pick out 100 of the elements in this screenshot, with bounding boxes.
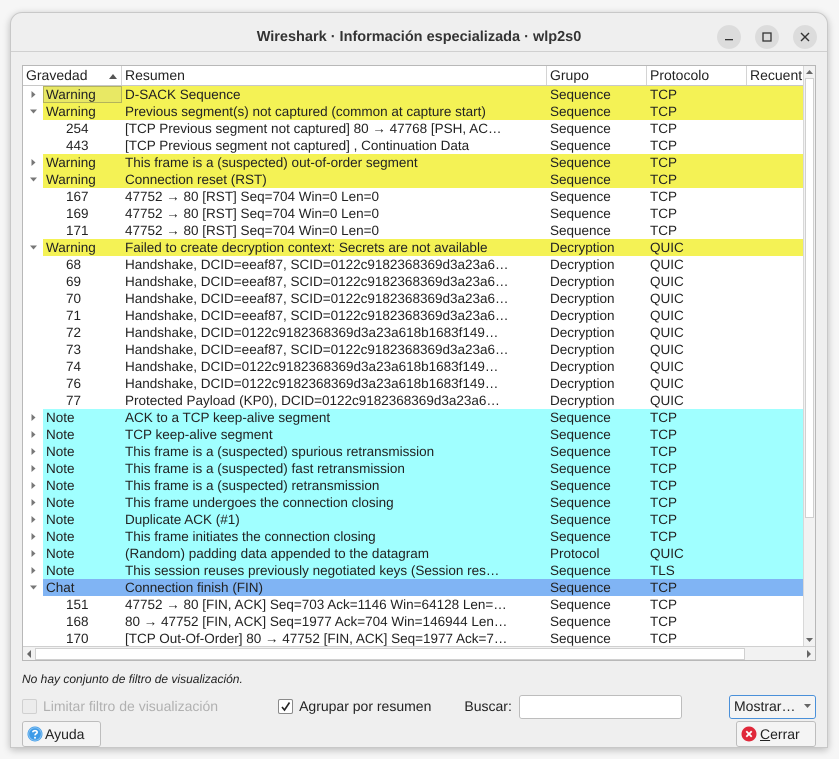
severity-cell-text: Note (45, 494, 76, 512)
expand-arrow-icon[interactable] (30, 550, 36, 558)
show-menu-button[interactable]: Mostrar… (729, 694, 816, 719)
group-row[interactable]: Note Duplicate ACK (#1) Sequence TCP (43, 511, 803, 528)
close-button[interactable] (793, 25, 817, 49)
maximize-button[interactable] (755, 25, 779, 49)
table-cell-text: QUIC (649, 392, 685, 410)
collapse-arrow-icon[interactable] (30, 176, 36, 184)
expand-arrow-icon[interactable] (30, 516, 36, 524)
collapse-arrow-icon[interactable] (30, 244, 36, 252)
column-header[interactable]: Resumen (122, 66, 547, 86)
frame-number: 443 (65, 137, 90, 154)
horizontal-scrollbar[interactable] (23, 646, 815, 660)
table-cell-text: (Random) padding data appended to the datagram (124, 545, 430, 562)
severity-cell-text: Note (45, 409, 76, 426)
column-header[interactable]: Protocolo (647, 66, 747, 86)
frame-number: 68 (65, 256, 82, 274)
close-dialog-button[interactable]: Cerrar (736, 721, 816, 747)
group-row[interactable]: Note This frame is a (suspected) fast retransmission Sequence TCP (43, 460, 803, 478)
table-cell-text: This frame is a (suspected) fast retransmission (124, 460, 406, 478)
table-cell-text: [TCP Previous segment not captured] , Continuation Data (124, 137, 470, 154)
group-row[interactable]: Note This session reuses previously negotiated keys (Session res… Sequence TLS (43, 562, 803, 580)
expand-arrow-icon[interactable] (30, 159, 36, 166)
group-row[interactable]: Note TCP keep-alive segment Sequence TCP (43, 426, 803, 444)
table-cell-text: Sequence (549, 630, 612, 646)
group-row[interactable]: Warning This frame is a (suspected) out-of-order segment Sequence TCP (43, 154, 803, 172)
minimize-button[interactable] (717, 25, 741, 49)
table-cell-text: TCP keep-alive segment (124, 426, 274, 444)
group-row[interactable]: Note This frame undergoes the connection closing Sequence TCP (43, 494, 803, 512)
table-cell-text: QUIC (649, 341, 685, 358)
table-cell-text: [TCP Out-Of-Order] 80 → 47752 [FIN, ACK] Seq=1977 Ack=7… (124, 630, 508, 646)
checkbox-label: Limitar filtro de visualización (43, 697, 218, 716)
expand-arrow-icon[interactable] (30, 465, 36, 472)
frame-number: 73 (65, 341, 82, 358)
table-cell-text: Handshake, DCID=eeaf87, SCID=0122c9182368369d3a23a6… (124, 341, 510, 358)
table-cell-text: Decryption (549, 290, 616, 308)
table-cell-text: QUIC (649, 375, 685, 392)
group-row[interactable]: Warning Failed to create decryption context: Secrets are not available Decryption QUIC (43, 239, 803, 256)
table-cell-text: TCP (649, 528, 678, 546)
group-row[interactable]: Chat Connection finish (FIN) Sequence TCP (43, 579, 803, 596)
table-cell-text: Handshake, DCID=eeaf87, SCID=0122c9182368369d3a23a6… (124, 256, 510, 274)
maximize-icon (762, 32, 772, 42)
collapse-arrow-icon[interactable] (30, 108, 36, 116)
help-button[interactable]: Ayuda (22, 721, 101, 747)
table-cell-text: Sequence (549, 596, 612, 614)
expand-arrow-icon[interactable] (30, 567, 36, 574)
table-cell-text: Handshake, DCID=eeaf87, SCID=0122c9182368369d3a23a6… (124, 307, 510, 324)
table-cell-text: Protocol (549, 545, 601, 562)
severity-cell-text: Warning (45, 103, 97, 120)
table-cell-text: TCP (649, 188, 678, 206)
expand-arrow-icon[interactable] (30, 431, 36, 438)
group-row[interactable]: Note ACK to a TCP keep-alive segment Sequence TCP (43, 409, 803, 426)
frame-number: 171 (65, 222, 90, 240)
severity-cell-text: Note (45, 443, 76, 460)
table-cell-text: TCP (649, 613, 678, 630)
table-cell-text: Sequence (549, 443, 612, 460)
scrollbar-thumb[interactable] (35, 648, 745, 660)
table-cell-text: Handshake, DCID=0122c9182368369d3a23a618b1683f149… (124, 358, 500, 376)
table-cell-text: Decryption (549, 256, 616, 274)
table-cell-text: QUIC (649, 307, 685, 324)
table-cell-text: Failed to create decryption context: Secrets are not available (124, 239, 488, 256)
frame-number: 71 (65, 307, 82, 324)
table-cell-text: Decryption (549, 239, 616, 256)
group-row[interactable]: Note This frame initiates the connection closing Sequence TCP (43, 528, 803, 546)
table-cell-text: Sequence (549, 205, 612, 222)
group-row[interactable]: Warning Connection reset (RST) Sequence TCP (43, 171, 803, 188)
expand-arrow-icon[interactable] (30, 414, 36, 422)
expand-arrow-icon[interactable] (30, 482, 36, 490)
group-row[interactable]: Note (Random) padding data appended to the datagram Protocol QUIC (43, 545, 803, 562)
expand-arrow-icon[interactable] (30, 499, 36, 506)
group-row[interactable]: Note This frame is a (suspected) retransmission Sequence TCP (43, 477, 803, 494)
minimize-icon (725, 39, 733, 41)
table-cell-text: TCP (649, 460, 678, 478)
table-cell-text: Decryption (549, 307, 616, 324)
table-cell-text: Sequence (549, 477, 612, 494)
table-cell-text: Handshake, DCID=0122c9182368369d3a23a618b1683f149… (124, 324, 500, 342)
table-cell-text: This frame initiates the connection closing (124, 528, 377, 546)
expand-arrow-icon[interactable] (30, 448, 36, 456)
checkbox[interactable] (278, 699, 294, 714)
column-header[interactable]: Gravedad (23, 66, 122, 86)
group-row[interactable]: Note This frame is a (suspected) spurious retransmission Sequence TCP (43, 443, 803, 460)
severity-cell-text: Warning (45, 154, 97, 172)
column-header[interactable]: Grupo (547, 66, 647, 86)
scrollbar-thumb[interactable] (805, 78, 814, 518)
expand-arrow-icon[interactable] (30, 91, 36, 98)
expand-arrow-icon[interactable] (30, 533, 36, 540)
table-cell-text: Sequence (549, 613, 612, 630)
frame-number: 151 (65, 596, 90, 614)
collapse-arrow-icon[interactable] (30, 584, 36, 592)
vertical-scrollbar[interactable] (803, 66, 815, 646)
group-row[interactable]: Warning D-SACK Sequence Sequence TCP (43, 86, 803, 104)
table-cell-text: Sequence (549, 460, 612, 478)
table-cell-text: Handshake, DCID=eeaf87, SCID=0122c9182368369d3a23a6… (124, 273, 510, 290)
search-field[interactable] (518, 694, 682, 719)
window-title: Wireshark · Información especializada · wlp2s0 (256, 28, 582, 47)
group-row[interactable]: Warning Previous segment(s) not captured (common at capture start) Sequence TCP (43, 103, 803, 120)
table-cell-text: D-SACK Sequence (124, 86, 242, 104)
severity-cell-text: Chat (45, 579, 76, 596)
table-cell-text: 47752 → 80 [RST] Seq=704 Win=0 Len=0 (124, 188, 380, 206)
table-cell-text: Connection finish (FIN) (124, 579, 264, 596)
